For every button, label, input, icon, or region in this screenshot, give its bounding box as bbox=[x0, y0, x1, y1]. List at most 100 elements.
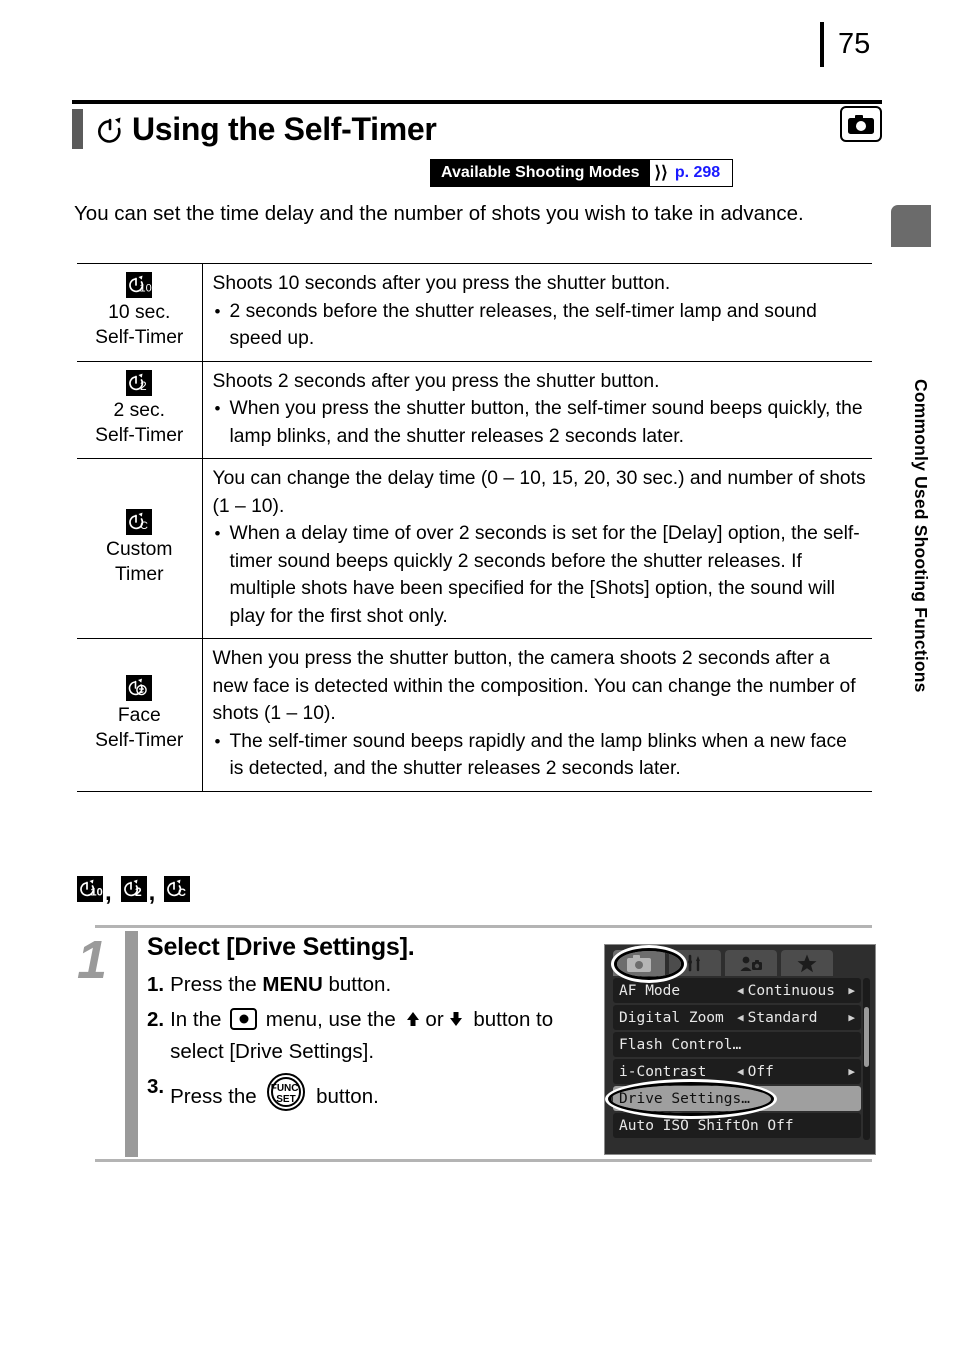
step-top-rule bbox=[95, 925, 872, 928]
mode-cell: C Custom Timer bbox=[77, 458, 203, 639]
lcd-scrollbar-thumb[interactable] bbox=[864, 1007, 869, 1067]
chevron-left-icon[interactable]: ◀ bbox=[737, 1011, 744, 1024]
step-title: Select [Drive Settings]. bbox=[147, 933, 415, 961]
lcd-item-value: On Off bbox=[741, 1117, 794, 1134]
svg-text:FUNC.: FUNC. bbox=[271, 1083, 302, 1094]
step-accent-bar bbox=[125, 931, 138, 1157]
description-cell: You can change the delay time (0 – 10, 1… bbox=[202, 458, 872, 639]
lcd-item-name: Drive Settings… bbox=[619, 1090, 750, 1107]
page-header: 75 bbox=[0, 0, 954, 80]
self-timer-2sec-icon: 2 bbox=[120, 876, 147, 909]
mode-label-line1: 10 sec. bbox=[108, 302, 171, 324]
mode-label-line2: Self-Timer bbox=[95, 327, 184, 349]
substep-2: 2. In the menu, use the or button to sel… bbox=[147, 1005, 602, 1067]
chevron-left-icon[interactable]: ◀ bbox=[737, 984, 744, 997]
description-bullets: The self-timer sound beeps rapidly and t… bbox=[213, 728, 867, 783]
mode-label-line1: Custom bbox=[106, 538, 173, 560]
substep-number: 1. bbox=[147, 973, 165, 996]
svg-text:2: 2 bbox=[135, 885, 142, 899]
substep-text: Press the MENU button. bbox=[170, 970, 602, 1000]
lcd-menu-item[interactable]: AF Mode ◀ Continuous ▶ bbox=[613, 978, 861, 1003]
lcd-menu-item[interactable]: Digital Zoom ◀ Standard ▶ bbox=[613, 1005, 861, 1030]
substep-1: 1. Press the MENU button. bbox=[147, 970, 602, 1000]
description-lead: You can change the delay time (0 – 10, 1… bbox=[212, 468, 866, 517]
description-lead: Shoots 2 seconds after you press the shu… bbox=[212, 370, 660, 392]
lcd-menu-item[interactable]: Auto ISO Shift On Off bbox=[613, 1113, 861, 1138]
lcd-item-name: Flash Control… bbox=[619, 1036, 742, 1053]
substep-3: 3. Press the FUNC. SET button. bbox=[147, 1072, 602, 1121]
lcd-item-value: Off bbox=[747, 1063, 774, 1080]
step-content: Select [Drive Settings]. 1. Press the ME… bbox=[147, 933, 602, 1126]
svg-text:10: 10 bbox=[140, 283, 152, 295]
camera-icon bbox=[840, 106, 882, 142]
lcd-item-value: Standard bbox=[747, 1009, 818, 1026]
self-timer-custom-icon: C bbox=[81, 508, 198, 535]
description-bullets: When you press the shutter button, the s… bbox=[213, 395, 867, 450]
mode-label-line2: Timer bbox=[114, 563, 164, 585]
lcd-item-name: Auto ISO Shift bbox=[619, 1117, 742, 1134]
wrench-icon bbox=[688, 954, 700, 972]
mode-label-line2: Self-Timer bbox=[95, 729, 184, 751]
available-shooting-modes-badge[interactable]: Available Shooting Modes ⟩⟩ p. 298 bbox=[430, 159, 734, 187]
self-timer-2sec-icon: 2 bbox=[81, 369, 198, 396]
svg-text:10: 10 bbox=[91, 887, 103, 899]
table-row: 10 10 sec. Self-Timer Shoots 10 seconds … bbox=[77, 263, 872, 362]
chevron-right-icon[interactable]: ▶ bbox=[848, 984, 855, 997]
step-bottom-rule bbox=[95, 1159, 872, 1162]
substep-1-post: button. bbox=[322, 973, 392, 996]
lcd-menu-item[interactable]: Flash Control… bbox=[613, 1032, 861, 1057]
self-timer-face-icon bbox=[81, 674, 198, 701]
substep-number: 3. bbox=[147, 1075, 165, 1098]
svg-text:C: C bbox=[140, 520, 148, 532]
description-cell: When you press the shutter button, the c… bbox=[202, 638, 872, 791]
lcd-setup-tab[interactable] bbox=[669, 950, 721, 976]
bullet-item: When a delay time of over 2 seconds is s… bbox=[213, 520, 867, 630]
table-row: 2 2 sec. Self-Timer Shoots 2 seconds aft… bbox=[77, 360, 872, 459]
chevron-right-icon[interactable]: ▶ bbox=[848, 1011, 855, 1024]
lcd-menu-item[interactable]: i-Contrast ◀ Off ▶ bbox=[613, 1059, 861, 1084]
bullet-item: 2 seconds before the shutter releases, t… bbox=[213, 298, 867, 353]
substep-2-or: or bbox=[425, 1008, 444, 1031]
description-bullets: When a delay time of over 2 seconds is s… bbox=[213, 520, 867, 630]
arrow-up-icon bbox=[404, 1007, 422, 1037]
substep-3-pre: Press the bbox=[170, 1085, 263, 1108]
arrow-down-icon bbox=[447, 1007, 465, 1037]
chevron-right-icon: ⟩⟩ bbox=[649, 160, 673, 186]
self-timer-10sec-icon: 10 bbox=[81, 272, 198, 299]
lcd-favorites-tab[interactable] bbox=[781, 950, 833, 976]
substep-2-mid: menu, use the bbox=[260, 1008, 402, 1031]
chevron-right-icon[interactable]: ▶ bbox=[848, 1065, 855, 1078]
description-lead: Shoots 10 seconds after you press the sh… bbox=[212, 273, 671, 294]
page-reference-link[interactable]: p. 298 bbox=[672, 160, 733, 186]
substep-text: In the menu, use the or button to select… bbox=[170, 1005, 602, 1067]
description-lead: When you press the shutter button, the c… bbox=[212, 648, 856, 724]
svg-text:C: C bbox=[178, 887, 186, 899]
lcd-my-camera-tab[interactable] bbox=[725, 950, 777, 976]
applicable-modes-icon-row: 10 , 2 , C bbox=[77, 876, 191, 909]
substep-2-pre: In the bbox=[170, 1008, 228, 1031]
menu-button-label: MENU bbox=[262, 973, 323, 996]
badge-label: Available Shooting Modes bbox=[431, 160, 650, 186]
mode-label-line1: Face bbox=[117, 704, 161, 726]
description-cell: Shoots 10 seconds after you press the sh… bbox=[202, 264, 872, 362]
self-timer-custom-icon: C bbox=[164, 876, 191, 909]
self-timer-modes-table: 10 10 sec. Self-Timer Shoots 10 seconds … bbox=[77, 263, 872, 792]
description-bullets: 2 seconds before the shutter releases, t… bbox=[213, 298, 867, 353]
lcd-shooting-tab[interactable] bbox=[613, 950, 665, 976]
chapter-side-tab-label: Commonly Used Shooting Functions bbox=[911, 379, 931, 693]
table-row: Face Self-Timer When you press the shutt… bbox=[77, 638, 872, 791]
mode-label-line2: Self-Timer bbox=[95, 424, 184, 446]
page-title: Using the Self-Timer bbox=[132, 110, 437, 147]
lcd-menu-list: AF Mode ◀ Continuous ▶ Digital Zoom ◀ St… bbox=[613, 978, 861, 1140]
mode-cell: Face Self-Timer bbox=[77, 638, 203, 791]
title-top-rule bbox=[72, 100, 882, 104]
lcd-menu-item-selected[interactable]: Drive Settings… bbox=[613, 1086, 861, 1111]
icon-separator-1: , bbox=[105, 878, 112, 906]
camera-icon bbox=[627, 954, 651, 972]
lcd-item-name: AF Mode bbox=[619, 982, 681, 999]
svg-text:SET: SET bbox=[277, 1094, 296, 1105]
chevron-left-icon[interactable]: ◀ bbox=[737, 1065, 744, 1078]
func-set-button-icon: FUNC. SET bbox=[266, 1072, 306, 1121]
bullet-item: The self-timer sound beeps rapidly and t… bbox=[213, 728, 867, 783]
icon-separator-2: , bbox=[148, 878, 156, 906]
